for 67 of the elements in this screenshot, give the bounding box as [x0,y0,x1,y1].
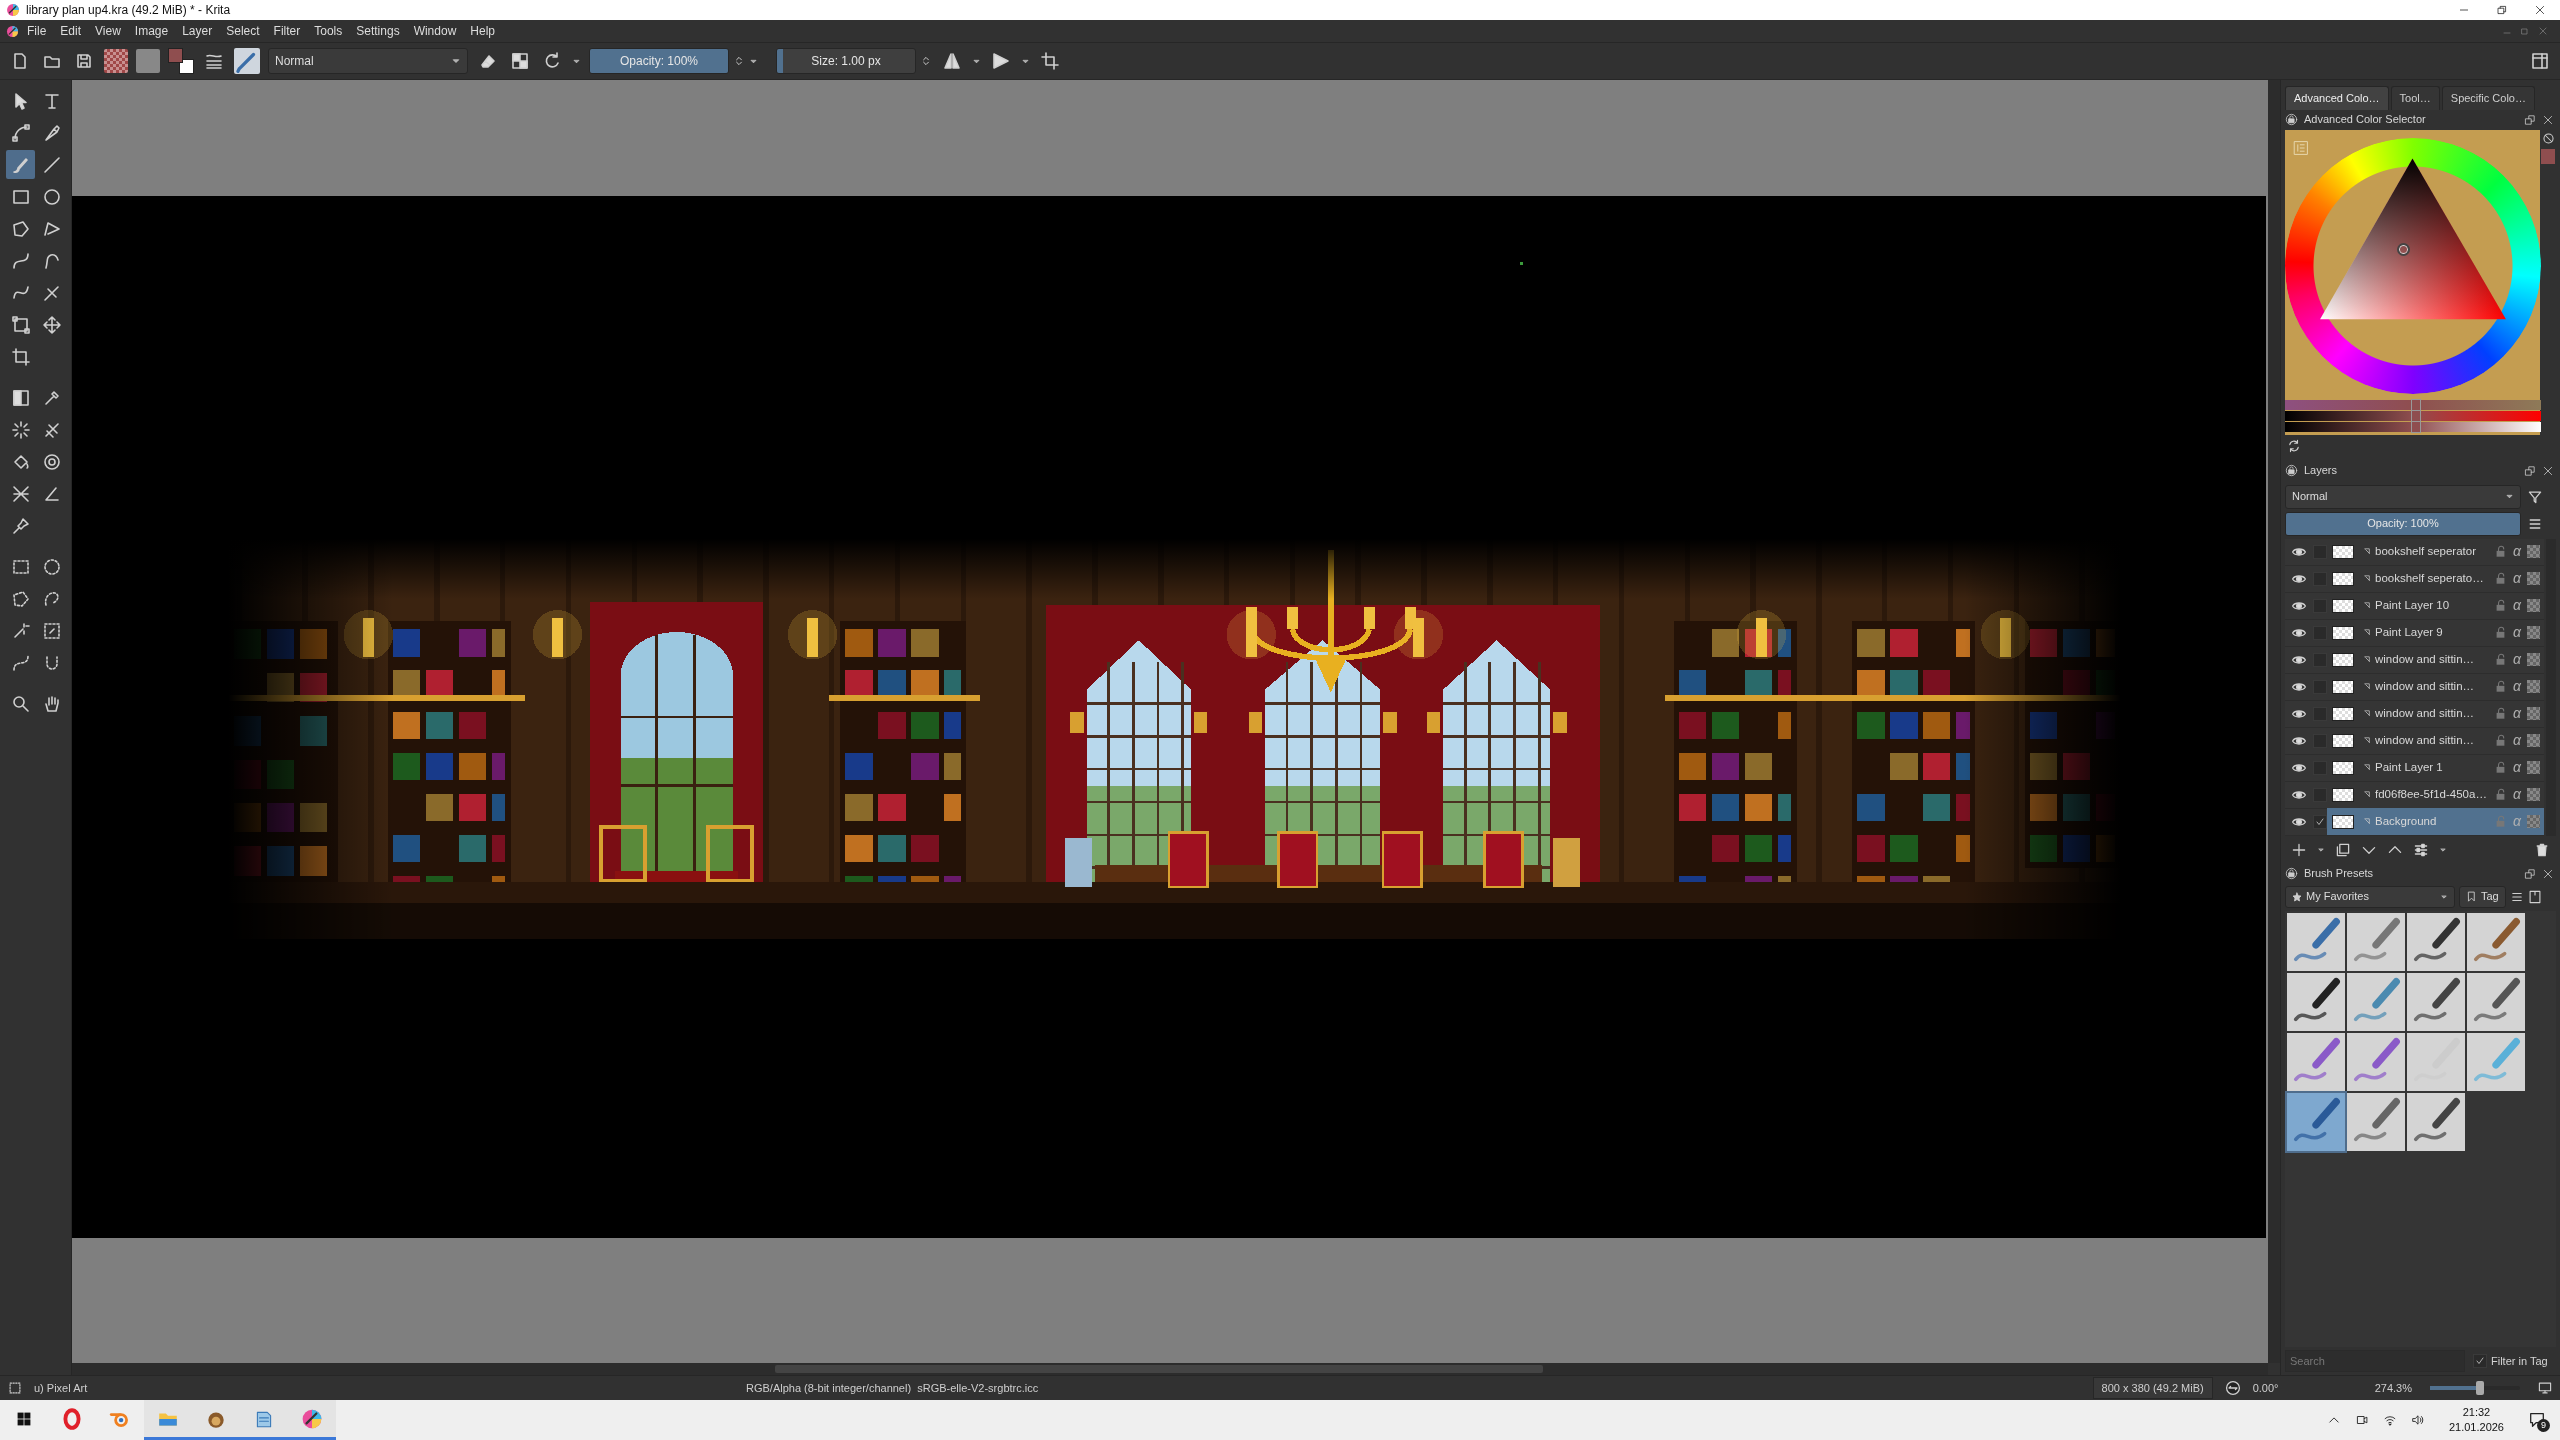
layer-name: window and sittin… [2375,651,2475,667]
menu-item[interactable]: Image [128,20,175,42]
layer-row[interactable]: Background α [2285,808,2544,836]
docker-tab[interactable]: Advanced Colo… [2285,86,2389,110]
panel-title: Advanced Color Selector [2304,112,2426,128]
panel-title: Layers [2304,463,2338,479]
blend-mode-dropdown[interactable]: Normal [268,48,468,74]
opacity-slider[interactable]: Opacity: 100% [589,48,729,74]
alpha-lock-toggle[interactable]: α [2511,595,2523,616]
menu-item[interactable]: Window [407,20,463,42]
blend-mode-dropdown[interactable]: Normal [2285,484,2521,509]
docker-tab[interactable]: Specific Colo… [2441,86,2535,110]
layer-row[interactable]: bookshelf seperato… α [2285,565,2544,593]
image-size-label: 800 x 380 (49.2 MiB) [2092,1376,2213,1400]
rotation-label: 0.00° [2252,1380,2280,1396]
layer-row[interactable]: window and sittin… α [2285,700,2544,728]
layer-name: bookshelf seperato… [2375,570,2484,586]
layer-name: Paint Layer 1 [2375,759,2443,775]
alpha-lock-toggle[interactable]: α [2511,730,2523,751]
layer-name: window and sittin… [2375,705,2475,721]
alpha-lock-toggle[interactable]: α [2511,649,2523,670]
layer-row[interactable]: Paint Layer 9 α [2285,619,2544,647]
menu-item[interactable]: Select [220,20,266,42]
alpha-lock-toggle[interactable]: α [2511,757,2523,778]
layer-name: window and sittin… [2375,732,2475,748]
menu-item[interactable]: Filter [267,20,307,42]
window-title: library plan up4.kra (49.2 MiB) * - Krita [26,2,231,19]
layer-row[interactable]: Paint Layer 10 α [2285,592,2544,620]
notification-count: 9 [2537,1419,2550,1433]
clock-date[interactable]: 21.01.2026 [2448,1420,2504,1435]
opacity-slider[interactable]: Opacity: 100% [2285,511,2521,536]
alpha-lock-toggle[interactable]: α [2511,703,2523,724]
layer-name: Paint Layer 9 [2375,624,2443,640]
layer-row[interactable]: window and sittin… α [2285,727,2544,755]
docker-tab[interactable]: Tool… [2390,86,2440,110]
layer-name: Paint Layer 10 [2375,597,2450,613]
alpha-lock-toggle[interactable]: α [2511,622,2523,643]
panel-title: Brush Presets [2304,866,2374,882]
brush-name: u) Pixel Art [34,1380,89,1396]
layer-row[interactable]: bookshelf seperator α [2285,538,2544,566]
clock-time[interactable]: 21:32 [2462,1405,2491,1420]
layer-name: window and sittin… [2375,678,2475,694]
size-slider[interactable]: Size: 1.00 px [776,48,916,74]
zoom-label: 274.3% [2374,1380,2412,1396]
tag-dropdown[interactable]: My Favorites [2285,885,2455,908]
menu-item[interactable]: File [21,20,53,42]
alpha-lock-toggle[interactable]: α [2511,784,2523,805]
menu-item[interactable]: Tools [308,20,349,42]
checkbox-label: Filter in Tag [2491,1353,2548,1369]
tag-button[interactable]: Tag [2459,885,2506,908]
menu-item[interactable]: Help [464,20,501,42]
alpha-lock-toggle[interactable]: α [2511,676,2523,697]
menu-item[interactable]: Layer [176,20,219,42]
menu-item[interactable]: Edit [54,20,88,42]
alpha-lock-toggle[interactable]: α [2511,541,2523,562]
layer-name: bookshelf seperator [2375,543,2476,559]
layer-row[interactable]: fd06f8ee-5f1d-450a… α [2285,781,2544,809]
search-field[interactable]: Search [2285,1350,2465,1372]
color-space-label: RGB/Alpha (8-bit integer/channel) sRGB-elle-V2-srgbtrc.icc [746,1380,1039,1396]
layer-name: fd06f8ee-5f1d-450a… [2375,786,2487,802]
alpha-lock-toggle[interactable]: α [2511,568,2523,589]
layer-row[interactable]: Paint Layer 1 α [2285,754,2544,782]
menu-item[interactable]: Settings [350,20,406,42]
menu-item[interactable]: View [89,20,127,42]
layer-name: Background [2375,813,2437,829]
layer-row[interactable]: window and sittin… α [2285,646,2544,674]
layer-row[interactable]: window and sittin… α [2285,673,2544,701]
